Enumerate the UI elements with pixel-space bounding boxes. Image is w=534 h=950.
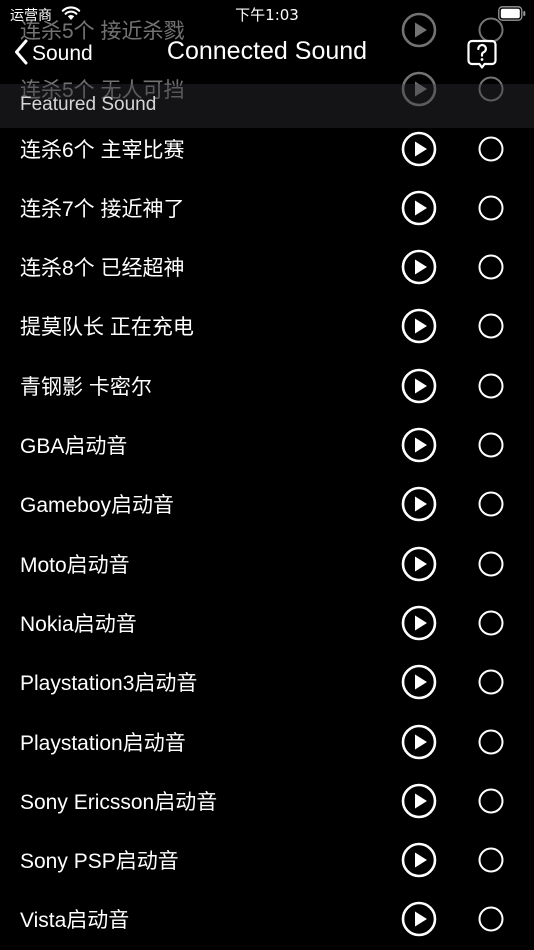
- sound-name: 提莫队长 正在充电: [20, 316, 194, 340]
- select-circle-icon[interactable]: [478, 729, 504, 755]
- play-icon[interactable]: [401, 605, 437, 641]
- sound-row[interactable]: Sony PSP启动音: [0, 830, 534, 889]
- sound-name: Playstation3启动音: [20, 672, 198, 696]
- page-title: Connected Sound: [166, 37, 368, 65]
- sound-row[interactable]: 青钢影 卡密尔: [0, 356, 534, 415]
- select-circle-icon[interactable]: [478, 373, 504, 399]
- sound-row[interactable]: Nokia启动音: [0, 593, 534, 652]
- sound-row[interactable]: 连杀7个 接近神了: [0, 178, 534, 237]
- play-icon[interactable]: [401, 308, 437, 344]
- select-circle-icon[interactable]: [478, 195, 504, 221]
- sound-row[interactable]: GBA启动音: [0, 415, 534, 474]
- play-icon[interactable]: [401, 368, 437, 404]
- sound-row[interactable]: Sony Ericsson启动音: [0, 771, 534, 830]
- play-icon[interactable]: [401, 427, 437, 463]
- play-icon[interactable]: [401, 249, 437, 285]
- sound-row[interactable]: Moto启动音: [0, 534, 534, 593]
- sound-row[interactable]: Playstation启动音: [0, 712, 534, 771]
- play-icon[interactable]: [401, 842, 437, 878]
- select-circle-icon[interactable]: [478, 551, 504, 577]
- sound-name: 连杀7个 接近神了: [20, 197, 185, 221]
- sound-row[interactable]: Vista启动音: [0, 890, 534, 949]
- help-icon[interactable]: [466, 38, 498, 70]
- sound-name: Nokia启动音: [20, 612, 137, 636]
- select-circle-icon[interactable]: [478, 254, 504, 280]
- sound-name: Vista启动音: [20, 909, 130, 933]
- play-icon[interactable]: [401, 664, 437, 700]
- select-circle-icon[interactable]: [478, 313, 504, 339]
- sound-name: GBA启动音: [20, 435, 128, 459]
- sound-row[interactable]: Gameboy启动音: [0, 475, 534, 534]
- select-circle-icon[interactable]: [478, 847, 504, 873]
- play-icon[interactable]: [401, 783, 437, 819]
- sound-name: Moto启动音: [20, 553, 130, 577]
- section-header-label: Featured Sound: [20, 94, 157, 115]
- select-circle-icon[interactable]: [478, 906, 504, 932]
- sound-row[interactable]: 提莫队长 正在充电: [0, 297, 534, 356]
- sound-name: 连杀6个 主宰比赛: [20, 138, 185, 162]
- select-circle-icon[interactable]: [478, 136, 504, 162]
- sound-list: 连杀4个 大杀特杀 连杀5个 接近杀戮: [0, 0, 534, 949]
- sound-name: 连杀8个 已经超神: [20, 257, 185, 281]
- select-circle-icon[interactable]: [478, 491, 504, 517]
- status-time: 下午1:03: [235, 6, 299, 24]
- sound-name: Sony Ericsson启动音: [20, 790, 218, 814]
- play-icon[interactable]: [401, 486, 437, 522]
- play-icon[interactable]: [401, 901, 437, 937]
- sound-name: Gameboy启动音: [20, 494, 175, 518]
- play-icon[interactable]: [401, 546, 437, 582]
- play-icon[interactable]: [401, 724, 437, 760]
- select-circle-icon[interactable]: [478, 432, 504, 458]
- status-bar: 运营商 下午1:03: [0, 0, 534, 30]
- select-circle-icon[interactable]: [478, 669, 504, 695]
- sound-name: Sony PSP启动音: [20, 850, 179, 874]
- section-header: Featured Sound: [0, 84, 534, 128]
- sound-name: Playstation启动音: [20, 731, 186, 755]
- play-icon[interactable]: [401, 131, 437, 167]
- sound-row[interactable]: Playstation3启动音: [0, 653, 534, 712]
- select-circle-icon[interactable]: [478, 610, 504, 636]
- play-icon[interactable]: [401, 190, 437, 226]
- sound-name: 青钢影 卡密尔: [20, 375, 152, 399]
- sound-row[interactable]: 连杀8个 已经超神: [0, 237, 534, 296]
- battery-icon: [498, 6, 526, 27]
- select-circle-icon[interactable]: [478, 788, 504, 814]
